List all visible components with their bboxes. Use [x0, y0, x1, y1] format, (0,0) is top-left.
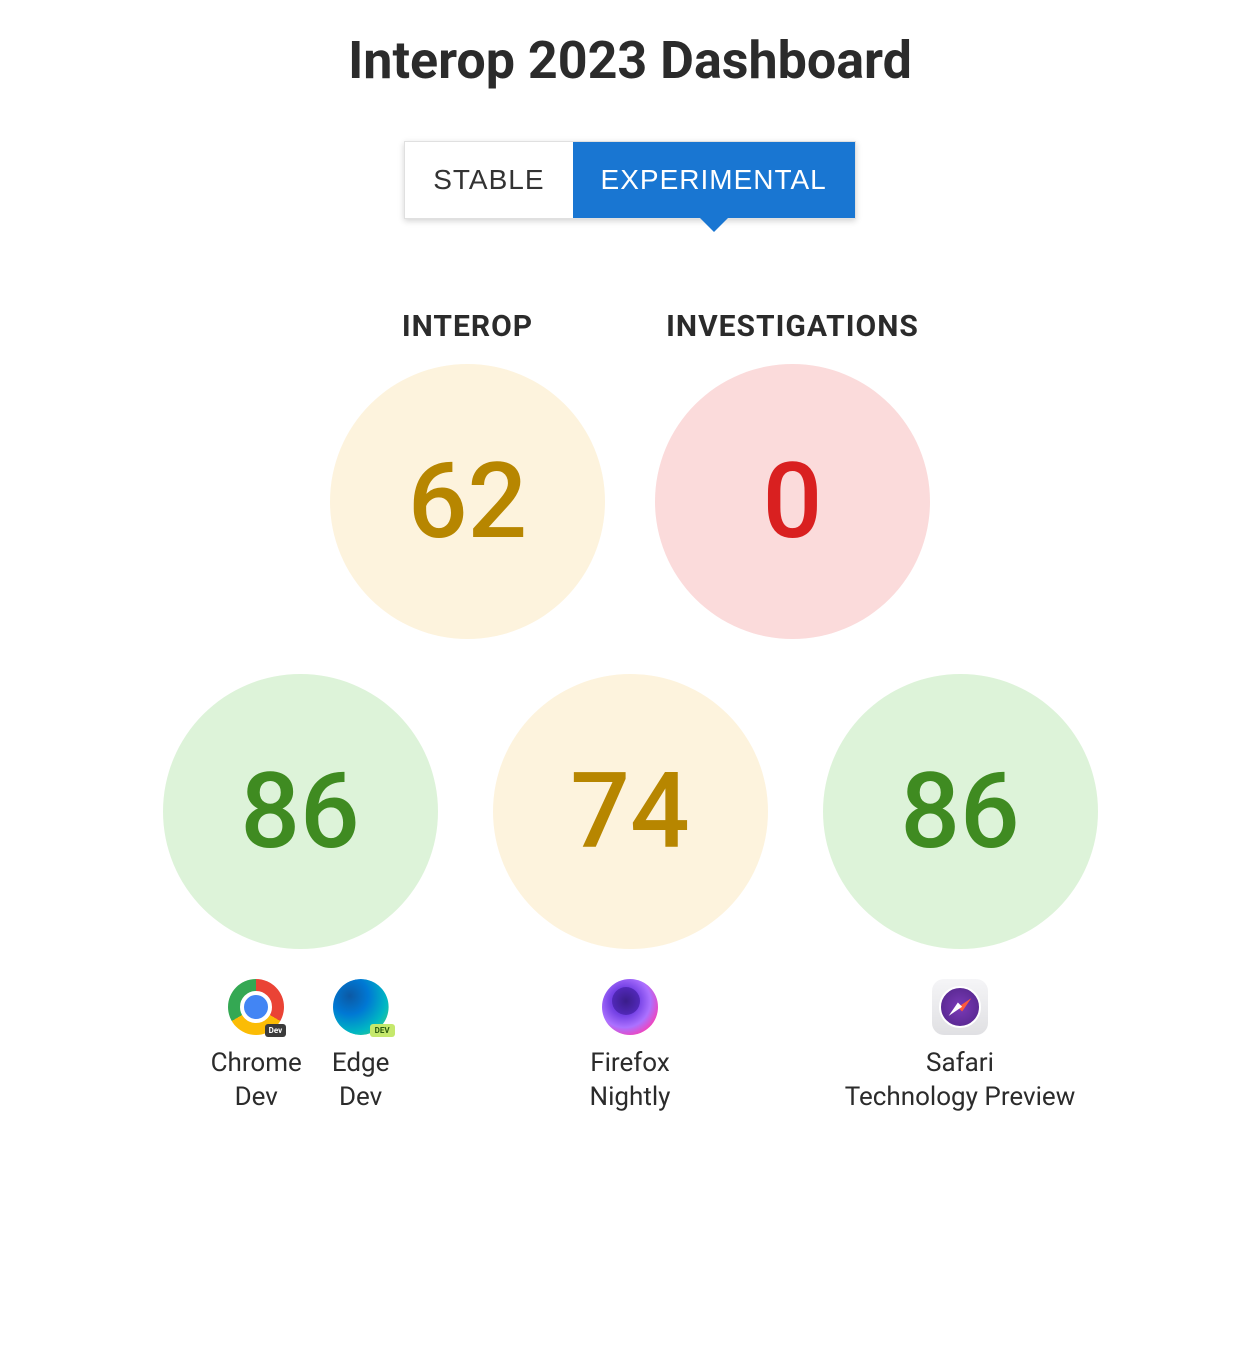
chrome-edge-score-circle: 86: [163, 674, 438, 949]
safari-tp-icon: [932, 979, 988, 1035]
firefox-nightly: FirefoxNightly: [590, 979, 671, 1115]
firefox-nightly-label: FirefoxNightly: [590, 1047, 671, 1115]
safari-group: SafariTechnology Preview: [823, 979, 1098, 1115]
safari-tp: SafariTechnology Preview: [845, 979, 1076, 1115]
chrome-edge-group: Dev ChromeDev DEV EdgeDev: [163, 979, 438, 1115]
safari-score-circle: 86: [823, 674, 1098, 949]
edge-dev: DEV EdgeDev: [332, 979, 390, 1115]
interop-score-circle: 62: [330, 364, 605, 639]
firefox-nightly-icon: [602, 979, 658, 1035]
page-title: Interop 2023 Dashboard: [0, 30, 1260, 91]
investigations-label: INVESTIGATIONS: [666, 309, 919, 344]
chrome-dev: Dev ChromeDev: [211, 979, 302, 1115]
edge-dev-label: EdgeDev: [332, 1047, 390, 1115]
interop-metric: INTEROP 62: [330, 309, 605, 639]
top-metrics-row: INTEROP 62 INVESTIGATIONS 0: [0, 309, 1260, 639]
channel-tabs: STABLE EXPERIMENTAL: [0, 141, 1260, 219]
tab-stable[interactable]: STABLE: [405, 142, 572, 218]
edge-dev-icon: DEV: [333, 979, 389, 1035]
tab-experimental[interactable]: EXPERIMENTAL: [573, 142, 855, 218]
browser-labels-row: Dev ChromeDev DEV EdgeDev FirefoxNightly: [0, 979, 1260, 1115]
chrome-dev-label: ChromeDev: [211, 1047, 302, 1115]
chrome-dev-icon: Dev: [228, 979, 284, 1035]
firefox-group: FirefoxNightly: [493, 979, 768, 1115]
interop-label: INTEROP: [402, 309, 533, 344]
firefox-score-circle: 74: [493, 674, 768, 949]
browser-scores-row: 86 74 86: [0, 674, 1260, 949]
safari-tp-label: SafariTechnology Preview: [845, 1047, 1076, 1115]
tab-container: STABLE EXPERIMENTAL: [404, 141, 856, 219]
investigations-metric: INVESTIGATIONS 0: [655, 309, 930, 639]
investigations-score-circle: 0: [655, 364, 930, 639]
